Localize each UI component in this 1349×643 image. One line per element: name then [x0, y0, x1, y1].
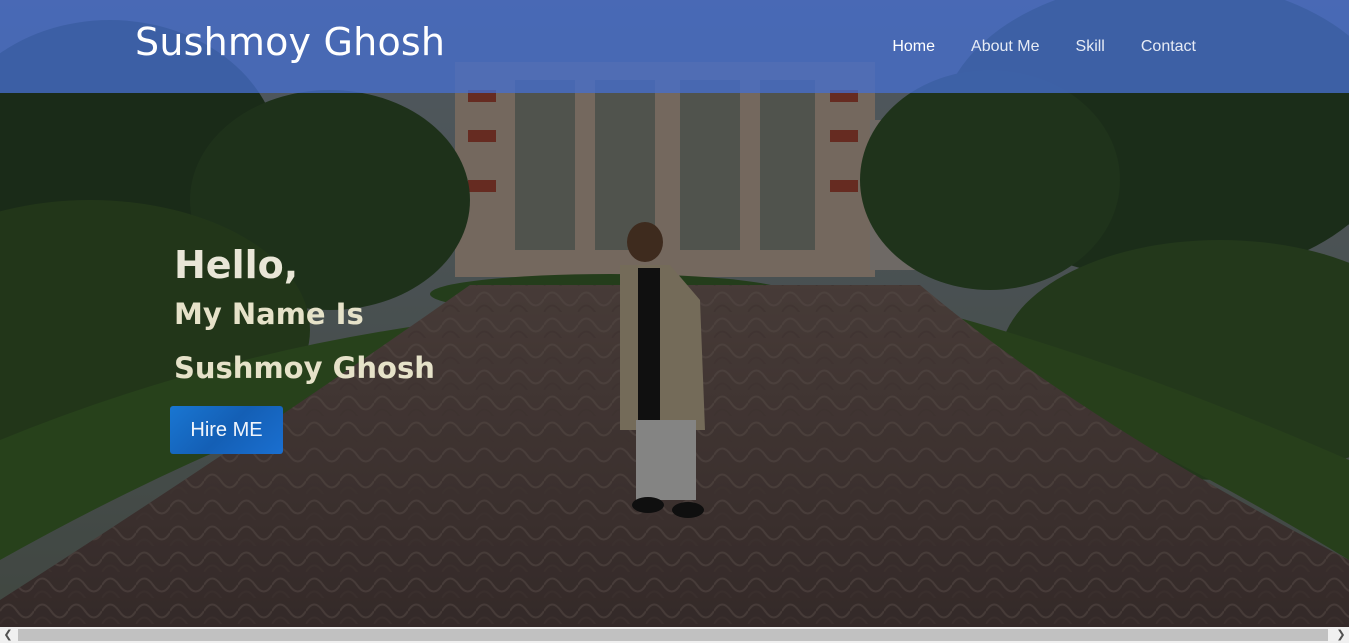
hero-name: Sushmoy Ghosh	[174, 351, 435, 385]
nav-link-skill[interactable]: Skill	[1076, 38, 1105, 55]
horizontal-scrollbar[interactable]: ❮ ❯	[0, 627, 1349, 643]
hero-text-block: Hello, My Name Is Sushmoy Ghosh	[174, 240, 435, 388]
nav-item-home: Home	[892, 36, 935, 57]
chevron-right-icon[interactable]: ❯	[1333, 627, 1349, 643]
scrollbar-thumb[interactable]	[18, 629, 1328, 641]
nav-item-contact: Contact	[1141, 36, 1196, 57]
nav-link-about-me[interactable]: About Me	[971, 38, 1039, 55]
hire-me-button[interactable]: Hire ME	[170, 406, 283, 454]
nav-link-home[interactable]: Home	[892, 38, 935, 55]
nav-link-contact[interactable]: Contact	[1141, 38, 1196, 55]
brand-logo-text[interactable]: Sushmoy Ghosh	[135, 18, 445, 66]
nav-links: Home About Me Skill Contact	[892, 36, 1196, 57]
nav-item-about-me: About Me	[971, 36, 1039, 57]
page: Sushmoy Ghosh Home About Me Skill Contac…	[0, 0, 1349, 627]
hero-greeting: Hello,	[174, 243, 299, 287]
hero-intro: My Name Is	[174, 297, 364, 331]
nav-item-skill: Skill	[1076, 36, 1105, 57]
navbar: Sushmoy Ghosh Home About Me Skill Contac…	[0, 0, 1349, 93]
chevron-left-icon[interactable]: ❮	[0, 627, 16, 643]
